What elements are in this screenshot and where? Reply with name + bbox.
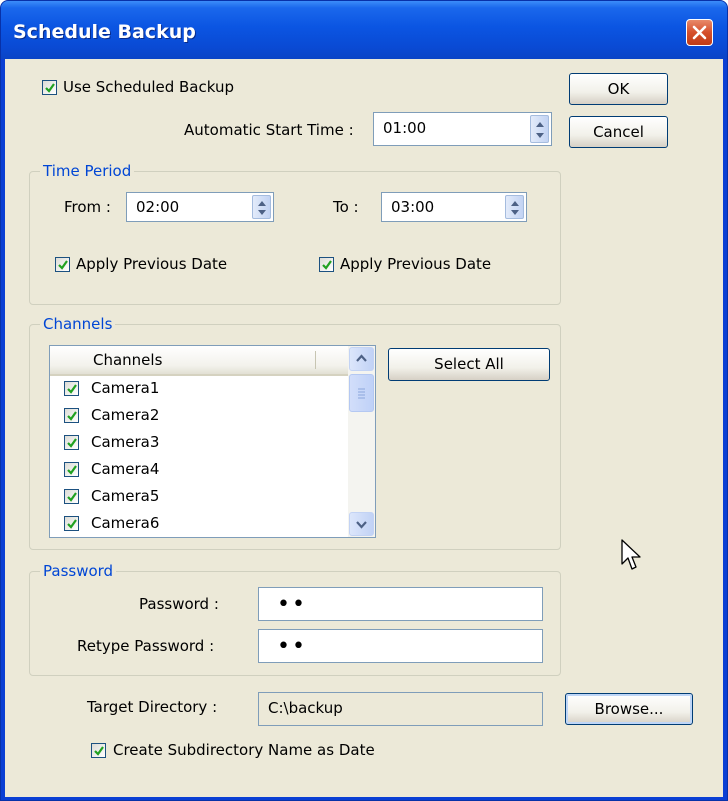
from-label: From : bbox=[64, 198, 111, 216]
checkmark-icon bbox=[58, 260, 68, 270]
channels-legend: Channels bbox=[40, 315, 116, 333]
camera1-label: Camera1 bbox=[91, 379, 160, 397]
from-apply-previous-date-label: Apply Previous Date bbox=[76, 255, 228, 273]
from-time-spinner[interactable]: 02:00 bbox=[126, 192, 274, 222]
create-subdirectory-label: Create Subdirectory Name as Date bbox=[113, 741, 375, 759]
retype-password-field[interactable]: •• bbox=[258, 629, 543, 663]
to-time-value: 03:00 bbox=[391, 198, 435, 216]
list-item[interactable]: Camera3 bbox=[50, 429, 348, 456]
password-value: •• bbox=[277, 592, 307, 617]
close-icon bbox=[692, 25, 707, 40]
select-all-button[interactable]: Select All bbox=[388, 348, 550, 381]
spin-arrows-icon bbox=[536, 122, 544, 138]
retype-password-label: Retype Password : bbox=[77, 637, 215, 655]
cancel-button[interactable]: Cancel bbox=[569, 116, 668, 148]
spin-arrows-icon bbox=[511, 201, 519, 215]
automatic-start-time-label: Automatic Start Time : bbox=[184, 121, 354, 139]
start-time-spin-buttons[interactable] bbox=[530, 115, 549, 143]
automatic-start-time-spinner[interactable]: 01:00 bbox=[373, 112, 552, 146]
use-scheduled-backup-checkbox[interactable] bbox=[42, 80, 57, 95]
camera6-label: Camera6 bbox=[91, 514, 160, 532]
to-apply-previous-date-label: Apply Previous Date bbox=[340, 255, 492, 273]
password-field[interactable]: •• bbox=[258, 587, 543, 621]
list-item[interactable]: Camera6 bbox=[50, 510, 348, 537]
camera3-checkbox[interactable] bbox=[64, 435, 79, 450]
automatic-start-time-value: 01:00 bbox=[383, 119, 427, 137]
checkmark-icon bbox=[67, 492, 77, 502]
to-time-spinner[interactable]: 03:00 bbox=[381, 192, 527, 222]
grip-icon bbox=[358, 388, 365, 399]
list-item[interactable]: Camera2 bbox=[50, 402, 348, 429]
camera1-checkbox[interactable] bbox=[64, 381, 79, 396]
dialog-window: Schedule Backup Use Scheduled Backup OK … bbox=[0, 0, 728, 801]
from-time-spin-buttons[interactable] bbox=[252, 195, 271, 219]
title-bar[interactable]: Schedule Backup bbox=[1, 1, 727, 59]
camera4-label: Camera4 bbox=[91, 460, 160, 478]
target-directory-value: C:\backup bbox=[268, 699, 343, 717]
list-item[interactable]: Camera4 bbox=[50, 456, 348, 483]
camera4-checkbox[interactable] bbox=[64, 462, 79, 477]
to-apply-previous-date-checkbox[interactable] bbox=[319, 257, 334, 272]
channels-scrollbar[interactable] bbox=[348, 346, 375, 537]
checkmark-icon bbox=[94, 746, 104, 756]
chevron-down-icon bbox=[356, 521, 367, 529]
mouse-cursor-icon bbox=[621, 539, 641, 570]
time-period-legend: Time Period bbox=[40, 162, 135, 180]
checkmark-icon bbox=[67, 465, 77, 475]
from-time-value: 02:00 bbox=[136, 198, 180, 216]
header-divider[interactable] bbox=[315, 351, 316, 369]
browse-button[interactable]: Browse... bbox=[565, 693, 693, 725]
from-apply-previous-date-checkbox[interactable] bbox=[55, 257, 70, 272]
checkmark-icon bbox=[45, 83, 55, 93]
scroll-down-button[interactable] bbox=[349, 512, 374, 536]
list-item[interactable]: Camera5 bbox=[50, 483, 348, 510]
dialog-client-area: Use Scheduled Backup OK Cancel Automatic… bbox=[5, 59, 723, 797]
use-scheduled-backup-label: Use Scheduled Backup bbox=[63, 78, 234, 96]
checkmark-icon bbox=[67, 384, 77, 394]
scroll-thumb[interactable] bbox=[349, 374, 374, 412]
checkmark-icon bbox=[67, 438, 77, 448]
camera6-checkbox[interactable] bbox=[64, 516, 79, 531]
chevron-up-icon bbox=[356, 354, 367, 362]
ok-button[interactable]: OK bbox=[569, 73, 668, 105]
to-label: To : bbox=[333, 198, 359, 216]
camera2-label: Camera2 bbox=[91, 406, 160, 424]
scroll-up-button[interactable] bbox=[349, 347, 374, 371]
password-legend: Password bbox=[40, 562, 117, 580]
retype-password-value: •• bbox=[277, 634, 307, 659]
target-directory-field[interactable]: C:\backup bbox=[258, 692, 543, 726]
list-item[interactable]: Camera1 bbox=[50, 375, 348, 402]
checkmark-icon bbox=[322, 260, 332, 270]
to-time-spin-buttons[interactable] bbox=[505, 195, 524, 219]
checkmark-icon bbox=[67, 519, 77, 529]
checkmark-icon bbox=[67, 411, 77, 421]
channels-list[interactable]: Channels Camera1 Camera2 Camera3 Camera4… bbox=[49, 345, 376, 538]
target-directory-label: Target Directory : bbox=[87, 698, 218, 716]
password-label: Password : bbox=[139, 595, 219, 613]
channels-column-header[interactable]: Channels bbox=[50, 346, 348, 376]
camera2-checkbox[interactable] bbox=[64, 408, 79, 423]
close-button[interactable] bbox=[686, 19, 713, 46]
camera3-label: Camera3 bbox=[91, 433, 160, 451]
spin-arrows-icon bbox=[258, 201, 266, 215]
channels-column-header-label: Channels bbox=[93, 351, 163, 369]
create-subdirectory-checkbox[interactable] bbox=[91, 743, 106, 758]
camera5-label: Camera5 bbox=[91, 487, 160, 505]
camera5-checkbox[interactable] bbox=[64, 489, 79, 504]
window-title: Schedule Backup bbox=[13, 21, 196, 43]
